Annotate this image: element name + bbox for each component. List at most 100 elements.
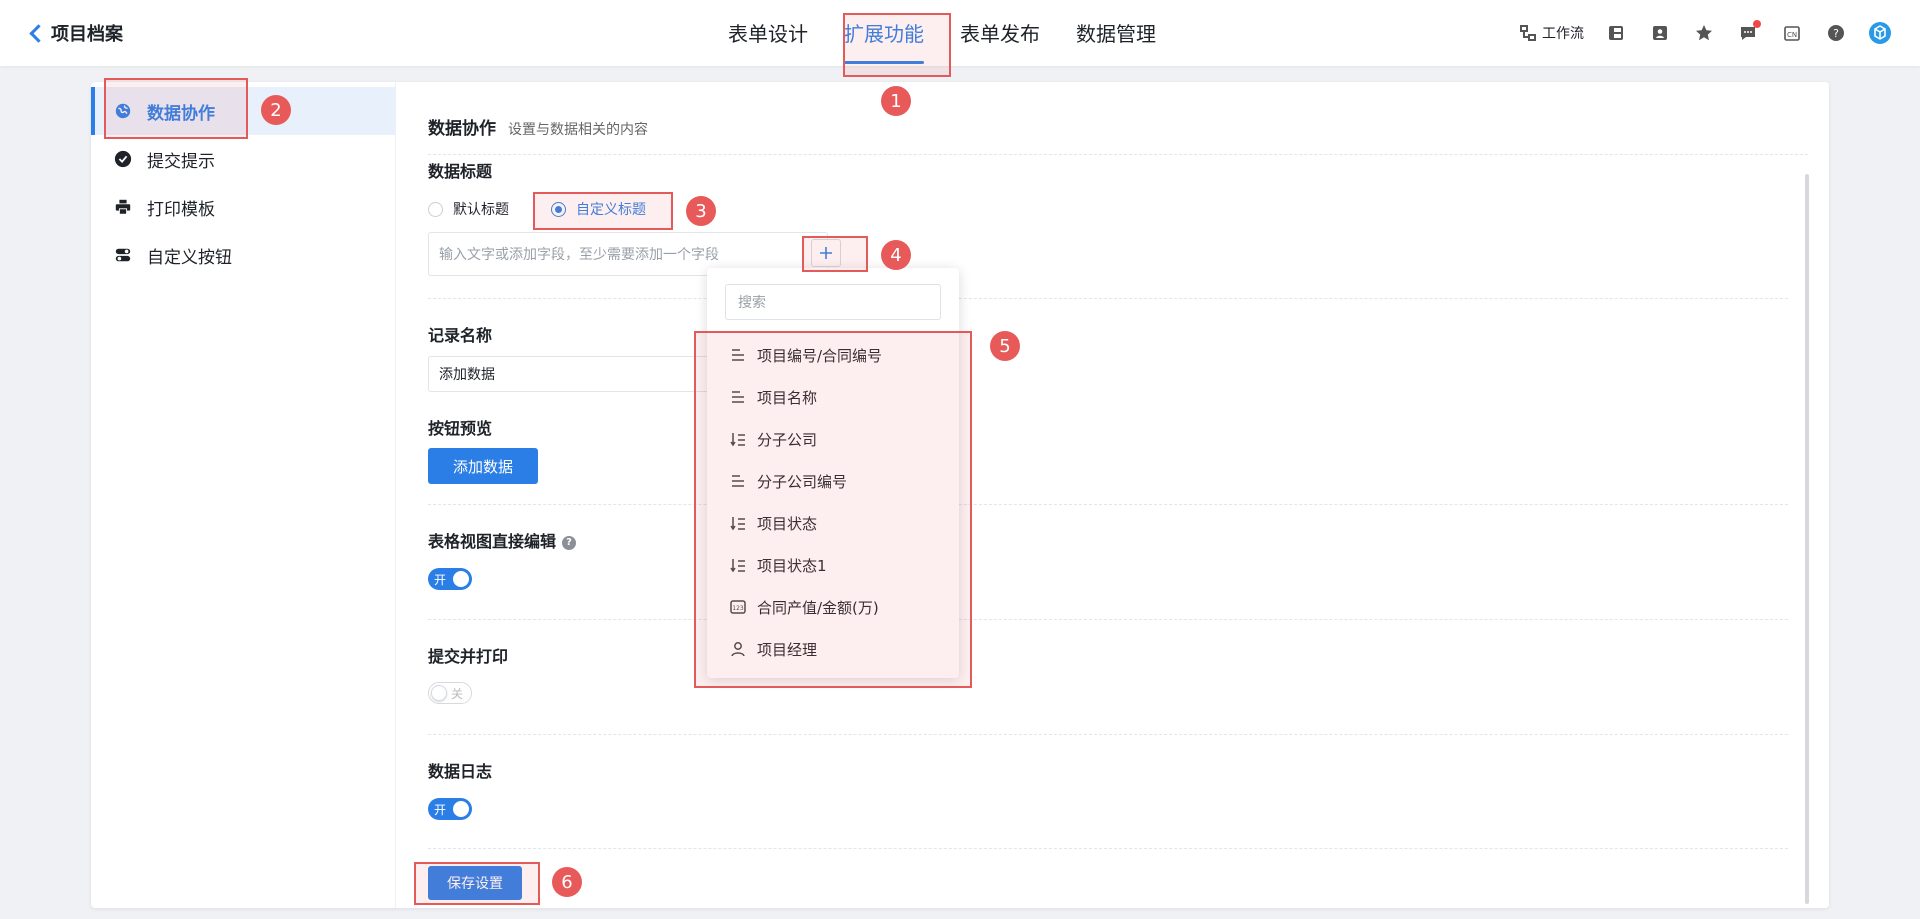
submit-print-label: 提交并打印 <box>428 647 509 666</box>
sidebar-item-label: 打印模板 <box>147 199 215 220</box>
field-label: 项目状态1 <box>757 556 827 575</box>
field-label: 分子公司编号 <box>757 472 848 491</box>
sidebar-item-submit-tip[interactable]: 提交提示 <box>91 135 395 183</box>
favorites-button[interactable] <box>1682 17 1726 49</box>
toggle-text: 开 <box>434 802 447 817</box>
messages-button[interactable] <box>1726 17 1770 49</box>
divider <box>428 734 1788 735</box>
tab-form-publish[interactable]: 表单发布 <box>942 0 1058 66</box>
content-header: 数据协作 设置与数据相关的内容 <box>428 114 648 139</box>
svg-text:123: 123 <box>732 605 744 612</box>
data-log-toggle[interactable]: 开 <box>428 798 472 820</box>
svg-text:CN: CN <box>1787 31 1797 39</box>
field-list-item[interactable]: 分子公司 <box>707 418 959 460</box>
sidebar-item-print-template[interactable]: 打印模板 <box>91 183 395 231</box>
page-title: 数据协作 <box>428 119 496 139</box>
sidebar-item-data-collab[interactable]: 数据协作 <box>91 87 395 135</box>
toggle-knob <box>453 571 469 587</box>
settings-content: 数据协作 设置与数据相关的内容 数据标题 默认标题 自定义标题 输入文字或添加字… <box>395 82 1829 908</box>
search-placeholder: 搜索 <box>738 295 766 311</box>
field-search-input[interactable]: 搜索 <box>725 284 941 320</box>
field-label: 项目编号/合同编号 <box>757 346 883 365</box>
radio-custom-title[interactable]: 自定义标题 <box>551 199 646 219</box>
field-label: 分子公司 <box>757 430 818 449</box>
workflow-icon <box>1520 25 1536 41</box>
field-list-item[interactable]: 项目编号/合同编号 <box>707 334 959 376</box>
button-preview-label: 按钮预览 <box>428 419 493 438</box>
contact-card-icon <box>1653 26 1667 40</box>
plus-icon <box>820 247 832 259</box>
annotation-badge-6: 6 <box>552 867 582 897</box>
sort-list-icon <box>729 430 747 448</box>
field-list-item[interactable]: 项目名称 <box>707 376 959 418</box>
contacts-button[interactable] <box>1638 17 1682 49</box>
workflow-button[interactable]: 工作流 <box>1508 17 1594 49</box>
language-button[interactable]: CN <box>1770 17 1814 49</box>
divider <box>428 504 1788 505</box>
page-subtitle: 设置与数据相关的内容 <box>508 122 648 138</box>
table-edit-label: 表格视图直接编辑? <box>428 528 577 552</box>
radio-circle <box>428 201 443 217</box>
scrollbar[interactable] <box>1805 174 1809 904</box>
question-icon: ? <box>1828 25 1844 41</box>
toggle-knob <box>431 685 447 701</box>
field-list-item[interactable]: 项目状态 <box>707 502 959 544</box>
help-button[interactable]: ? <box>1814 17 1858 49</box>
sidebar-item-label: 自定义按钮 <box>147 247 232 268</box>
toggle-icon <box>113 245 133 265</box>
back-button[interactable]: 项目档案 <box>26 20 123 46</box>
radio-default-title[interactable]: 默认标题 <box>428 199 509 219</box>
layout-icon <box>1609 26 1623 40</box>
field-list-item[interactable]: 项目经理 <box>707 628 959 670</box>
annotation-badge-3: 3 <box>686 196 716 226</box>
field-picker-dropdown: 搜索 项目编号/合同编号 项目名称 分子公司 分子公司编号 项目状态 项目状态1… <box>707 268 959 678</box>
settings-card: 数据协作 提交提示 打印模板 自定义按钮 数据协作 设置与数据相关的内容 数据标… <box>91 82 1829 908</box>
data-title-label: 数据标题 <box>428 162 493 181</box>
divider <box>428 298 1788 299</box>
notification-dot <box>1753 20 1761 28</box>
field-label: 项目状态 <box>757 514 818 533</box>
field-list-item[interactable]: 分子公司编号 <box>707 460 959 502</box>
app-title: 项目档案 <box>51 24 123 45</box>
add-data-preview-button[interactable]: 添加数据 <box>428 448 538 484</box>
tab-data-management[interactable]: 数据管理 <box>1058 0 1174 66</box>
radio-circle-selected <box>551 201 566 217</box>
workflow-label: 工作流 <box>1542 26 1584 42</box>
sidebar-item-label: 数据协作 <box>147 103 215 124</box>
help-icon[interactable]: ? <box>562 535 577 550</box>
annotation-badge-4: 4 <box>881 240 911 270</box>
text-lines-icon <box>729 346 747 364</box>
top-header: 项目档案 表单设计 扩展功能 表单发布 数据管理 工作流 CN ? <box>0 0 1920 66</box>
sidebar-item-custom-button[interactable]: 自定义按钮 <box>91 231 395 279</box>
field-list-item[interactable]: 项目状态1 <box>707 544 959 586</box>
data-log-label: 数据日志 <box>428 762 493 781</box>
field-label: 项目经理 <box>757 640 818 659</box>
avatar-icon <box>1869 22 1891 44</box>
header-toolbar: 工作流 CN ? <box>1508 17 1902 49</box>
field-list: 项目编号/合同编号 项目名称 分子公司 分子公司编号 项目状态 项目状态1 12… <box>707 334 959 670</box>
globe-icon <box>113 101 133 121</box>
add-field-button[interactable] <box>811 239 841 267</box>
svg-text:?: ? <box>1833 27 1839 40</box>
tab-extensions[interactable]: 扩展功能 <box>826 0 942 66</box>
save-settings-button[interactable]: 保存设置 <box>428 866 522 900</box>
sidebar-item-label: 提交提示 <box>147 151 215 172</box>
check-circle-icon <box>113 149 133 169</box>
user-avatar-button[interactable] <box>1858 17 1902 49</box>
sort-list-icon <box>729 514 747 532</box>
input-value: 添加数据 <box>439 367 495 383</box>
layout-button[interactable] <box>1594 17 1638 49</box>
table-edit-toggle[interactable]: 开 <box>428 568 472 590</box>
star-icon <box>1696 25 1712 41</box>
submit-print-toggle[interactable]: 关 <box>428 682 472 704</box>
printer-icon <box>113 197 133 217</box>
user-icon <box>729 640 747 658</box>
divider <box>428 154 1808 155</box>
sort-list-icon <box>729 556 747 574</box>
annotation-badge-1: 1 <box>881 86 911 116</box>
record-name-label: 记录名称 <box>428 326 493 345</box>
text-lines-icon <box>729 388 747 406</box>
tab-form-design[interactable]: 表单设计 <box>710 0 826 66</box>
radio-label: 默认标题 <box>453 202 509 218</box>
field-list-item[interactable]: 123 合同产值/金额(万) <box>707 586 959 628</box>
